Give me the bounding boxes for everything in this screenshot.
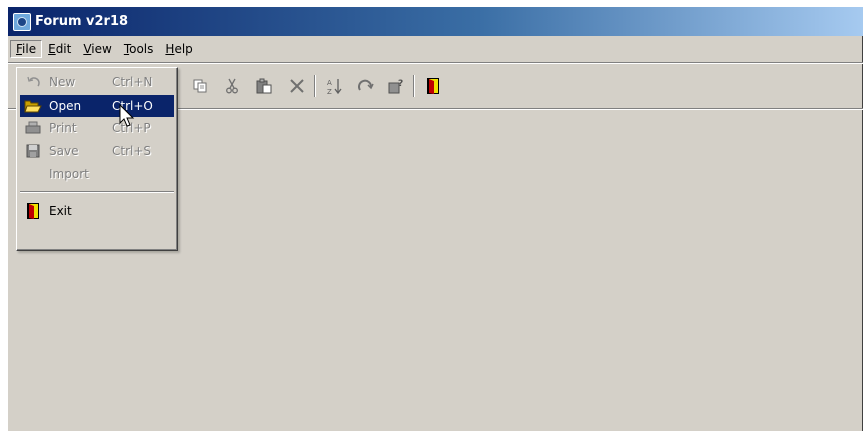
mouse-cursor-icon [119, 103, 135, 131]
open-folder-icon [23, 97, 43, 115]
window-title: Forum v2r18 [35, 14, 129, 29]
menu-separator [20, 191, 174, 193]
title-bar[interactable]: Forum v2r18 [8, 7, 863, 36]
redo-icon[interactable] [355, 76, 377, 96]
sort-icon[interactable]: AZ [323, 76, 345, 96]
menu-item-print[interactable]: Print Ctrl+P [20, 117, 174, 139]
toolbar-separator [314, 75, 315, 97]
menu-view[interactable]: View [77, 40, 117, 58]
svg-text:Z: Z [327, 88, 332, 95]
undo-arrow-icon [23, 73, 43, 91]
exit-door-icon [23, 202, 43, 220]
svg-text:A: A [327, 79, 332, 87]
printer-icon [23, 119, 43, 137]
menu-item-open[interactable]: Open Ctrl+O [20, 95, 174, 117]
paste-icon[interactable] [253, 76, 275, 96]
floppy-disk-icon [23, 142, 43, 160]
menu-bar: File Edit View Tools Help [8, 38, 863, 60]
delete-icon[interactable] [286, 76, 308, 96]
menu-item-import[interactable]: Import [20, 163, 174, 185]
menu-help[interactable]: Help [159, 40, 198, 58]
file-menu-dropdown: New Ctrl+N Open Ctrl+O Print Ctrl+P Save… [16, 67, 178, 251]
menu-file[interactable]: File [10, 40, 43, 58]
menu-item-new[interactable]: New Ctrl+N [20, 71, 174, 93]
menu-item-exit[interactable]: Exit [20, 200, 174, 222]
app-icon[interactable] [13, 12, 31, 31]
help-query-icon[interactable]: ? [385, 76, 407, 96]
cut-icon[interactable] [221, 76, 243, 96]
main-window: Forum v2r18 File Edit View Tools Help AZ… [7, 6, 863, 431]
exit-door-icon[interactable] [422, 76, 444, 96]
menu-item-save[interactable]: Save Ctrl+S [20, 140, 174, 162]
copy-icon[interactable] [189, 76, 211, 96]
menu-tools[interactable]: Tools [118, 40, 160, 58]
toolbar-separator [413, 75, 414, 97]
menu-edit[interactable]: Edit [42, 40, 77, 58]
svg-text:?: ? [398, 79, 403, 89]
